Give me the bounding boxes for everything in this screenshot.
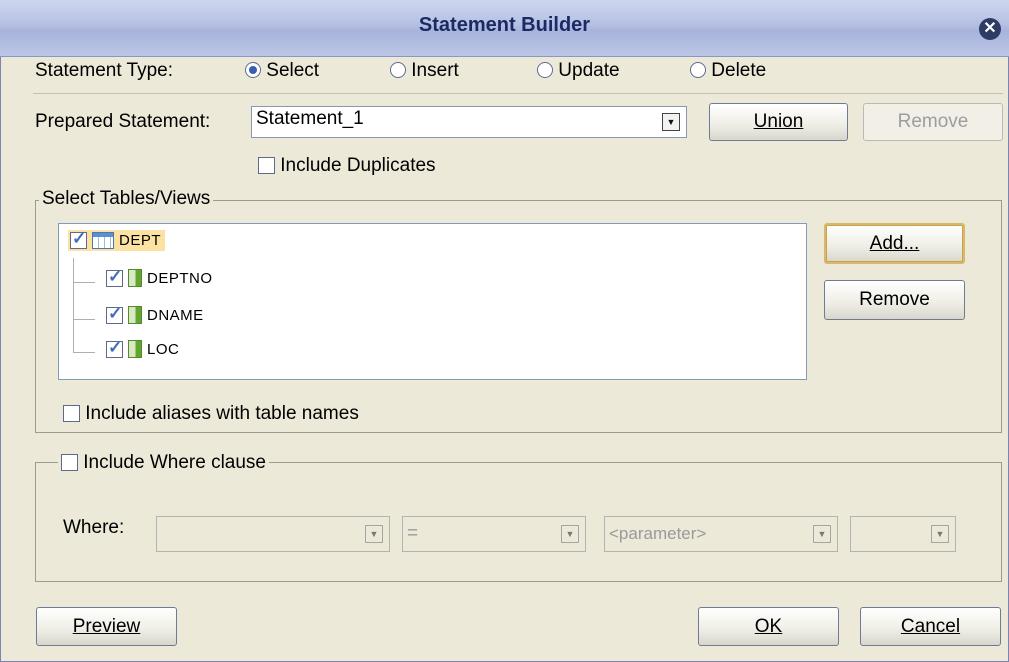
column-checkbox[interactable] <box>106 338 123 358</box>
statement-type-label: Statement Type: <box>35 60 174 81</box>
prepared-statement-value: Statement_1 <box>256 108 364 129</box>
add-table-button-label: Add... <box>869 233 920 254</box>
column-checkbox[interactable] <box>106 304 123 324</box>
table-name: DEPT <box>119 232 162 249</box>
tree-node-table[interactable]: DEPT <box>68 229 166 251</box>
tree-node-column[interactable]: DEPTNO <box>106 267 213 287</box>
remove-statement-button-label: Remove <box>897 111 969 132</box>
tree-connector <box>73 319 95 320</box>
remove-table-button[interactable]: Remove <box>824 280 965 320</box>
column-name: DNAME <box>147 306 204 324</box>
radio-update[interactable]: Update <box>537 60 620 82</box>
union-button[interactable]: Union <box>709 103 848 141</box>
where-label: Where: <box>63 517 125 538</box>
tree-connector <box>73 352 95 353</box>
radio-delete[interactable]: Delete <box>690 60 766 82</box>
include-where-box[interactable] <box>61 454 78 471</box>
column-name: LOC <box>147 340 180 358</box>
where-field-combo[interactable]: ▼ <box>156 516 390 552</box>
include-duplicates-label: Include Duplicates <box>280 155 436 176</box>
include-aliases-checkbox[interactable]: Include aliases with table names <box>63 403 359 425</box>
remove-table-button-label: Remove <box>859 289 930 310</box>
radio-select-label: Select <box>266 60 320 81</box>
prepared-statement-label: Prepared Statement: <box>35 111 211 132</box>
where-extra-combo[interactable]: ▼ <box>850 516 956 552</box>
tree-connector <box>73 258 74 352</box>
preview-button-label: Preview <box>72 616 141 637</box>
column-icon <box>128 340 142 358</box>
radio-update-label: Update <box>558 60 620 81</box>
table-checkbox[interactable] <box>70 229 87 249</box>
cancel-button[interactable]: Cancel <box>860 607 1001 646</box>
include-aliases-box[interactable] <box>63 405 80 422</box>
chevron-down-icon[interactable]: ▼ <box>813 525 831 543</box>
tables-tree[interactable]: DEPT DEPTNO DNAME LOC <box>58 223 807 380</box>
table-icon <box>92 232 114 249</box>
include-where-label: Include Where clause <box>83 452 266 473</box>
include-where-checkbox[interactable]: Include Where clause <box>58 452 269 474</box>
tree-connector <box>73 282 95 283</box>
window-title: Statement Builder <box>418 14 591 36</box>
radio-insert-label: Insert <box>411 60 459 81</box>
preview-button[interactable]: Preview <box>36 607 177 646</box>
radio-delete-indicator[interactable] <box>690 62 706 78</box>
ok-button-label: OK <box>754 616 783 637</box>
where-operator-value: = <box>407 523 419 544</box>
remove-statement-button[interactable]: Remove <box>863 103 1003 141</box>
chevron-down-icon[interactable]: ▼ <box>662 113 680 131</box>
divider <box>33 93 1003 94</box>
where-operator-combo[interactable]: = ▼ <box>402 516 586 552</box>
include-duplicates-checkbox[interactable]: Include Duplicates <box>258 155 436 177</box>
radio-delete-label: Delete <box>711 60 767 81</box>
tree-node-column[interactable]: DNAME <box>106 304 204 324</box>
radio-select-indicator[interactable] <box>245 62 261 78</box>
title-bar: Statement Builder ✕ <box>0 0 1009 57</box>
column-icon <box>128 306 142 324</box>
prepared-statement-combo[interactable]: Statement_1 ▼ <box>251 106 687 138</box>
where-parameter-combo[interactable]: <parameter> ▼ <box>604 516 838 552</box>
add-table-button[interactable]: Add... <box>824 223 965 264</box>
radio-update-indicator[interactable] <box>537 62 553 78</box>
column-checkbox[interactable] <box>106 267 123 287</box>
chevron-down-icon[interactable]: ▼ <box>561 525 579 543</box>
chevron-down-icon[interactable]: ▼ <box>931 525 949 543</box>
radio-insert[interactable]: Insert <box>390 60 459 82</box>
cancel-button-label: Cancel <box>900 616 961 637</box>
close-icon[interactable]: ✕ <box>979 18 1001 40</box>
union-button-label: Union <box>753 111 804 132</box>
tree-node-column[interactable]: LOC <box>106 338 180 358</box>
include-aliases-label: Include aliases with table names <box>85 403 359 424</box>
radio-insert-indicator[interactable] <box>390 62 406 78</box>
where-parameter-value: <parameter> <box>609 524 707 543</box>
column-icon <box>128 269 142 287</box>
column-name: DEPTNO <box>147 269 213 287</box>
ok-button[interactable]: OK <box>698 607 839 646</box>
select-tables-legend: Select Tables/Views <box>39 188 214 210</box>
include-duplicates-box[interactable] <box>258 157 275 174</box>
radio-select[interactable]: Select <box>245 60 319 82</box>
chevron-down-icon[interactable]: ▼ <box>365 525 383 543</box>
